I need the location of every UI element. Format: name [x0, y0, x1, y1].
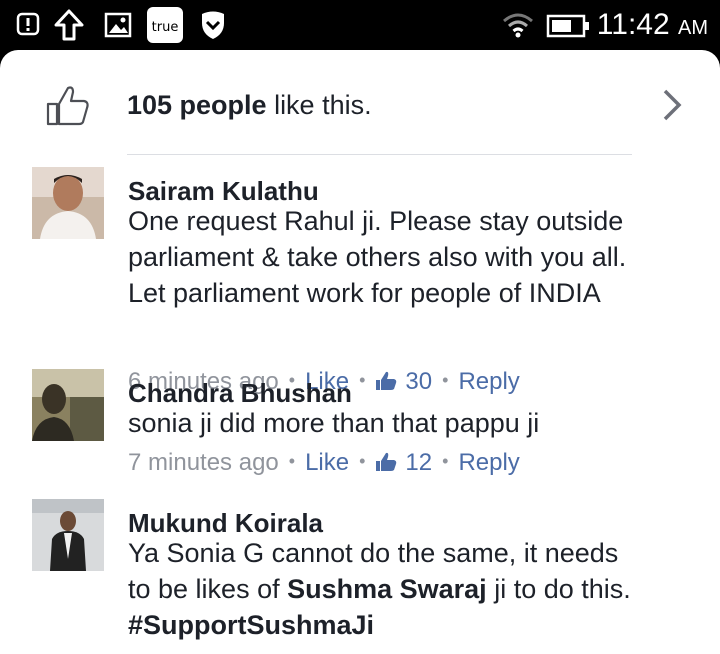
likes-summary-row[interactable]: 105 people like this.	[0, 50, 720, 155]
comment-text: One request Rahul ji. Please stay outsid…	[128, 206, 627, 308]
like-count: 12	[405, 449, 433, 476]
comments-sheet: 105 people like this. Sairam Kulathu One…	[0, 50, 720, 654]
comment-item: Sairam Kulathu One request Rahul ji. Ple…	[0, 166, 720, 395]
divider	[127, 154, 632, 155]
likes-count-text: 105 people like this.	[127, 90, 372, 120]
upload-icon	[54, 8, 84, 47]
reply-button[interactable]: Reply	[458, 449, 519, 476]
thumbs-up-icon	[46, 84, 90, 131]
avatar[interactable]	[32, 167, 104, 239]
shield-icon	[199, 10, 227, 45]
mention-link[interactable]: Sushma Swaraj	[287, 574, 487, 604]
like-icon	[375, 451, 397, 479]
hashtag-link[interactable]: #SupportSushmaJi	[128, 610, 374, 640]
wifi-icon	[502, 12, 534, 43]
battery-icon	[546, 14, 592, 43]
avatar[interactable]	[32, 369, 104, 441]
status-bar: true 11:42 AM	[0, 0, 720, 50]
comment-item: Chandra Bhushan sonia ji did more than t…	[0, 368, 720, 498]
like-button[interactable]: Like	[305, 449, 349, 476]
image-icon	[104, 12, 132, 43]
truecaller-icon: true	[147, 7, 183, 48]
clock: 11:42 AM	[596, 8, 708, 41]
chevron-right-icon[interactable]	[660, 88, 684, 127]
alert-icon	[16, 12, 40, 41]
comment-timestamp: 7 minutes ago	[128, 449, 279, 476]
comment-text: Ya Sonia G cannot do the same, it needs …	[128, 538, 631, 640]
comment-item: Mukund Koirala Ya Sonia G cannot do the …	[0, 498, 720, 654]
avatar[interactable]	[32, 499, 104, 571]
comment-text: sonia ji did more than that pappu ji	[128, 408, 540, 438]
svg-text:true: true	[152, 20, 179, 35]
comment-meta: 7 minutes ago • Like • 12 • Reply	[128, 449, 520, 479]
